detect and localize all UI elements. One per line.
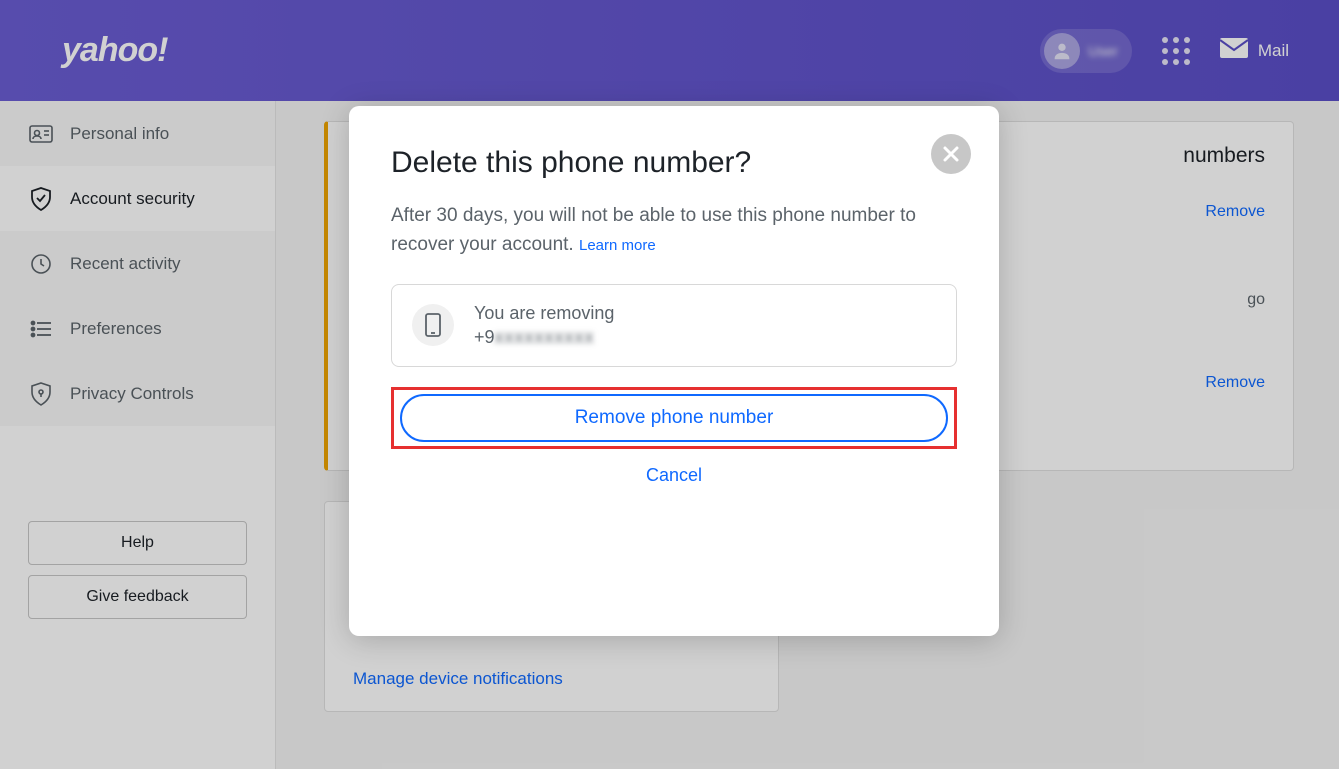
removing-label: You are removing	[474, 301, 614, 325]
phone-icon	[412, 304, 454, 346]
modal-title: Delete this phone number?	[391, 146, 957, 180]
highlight-annotation: Remove phone number	[391, 387, 957, 449]
phone-number-value: +9xxxxxxxxxx	[474, 325, 614, 349]
delete-phone-modal: Delete this phone number? After 30 days,…	[349, 106, 999, 636]
remove-phone-button[interactable]: Remove phone number	[400, 394, 948, 442]
close-icon[interactable]	[931, 134, 971, 174]
modal-description: After 30 days, you will not be able to u…	[391, 202, 957, 259]
cancel-link[interactable]: Cancel	[391, 465, 957, 486]
learn-more-link[interactable]: Learn more	[579, 237, 656, 254]
phone-info-box: You are removing +9xxxxxxxxxx	[391, 284, 957, 367]
